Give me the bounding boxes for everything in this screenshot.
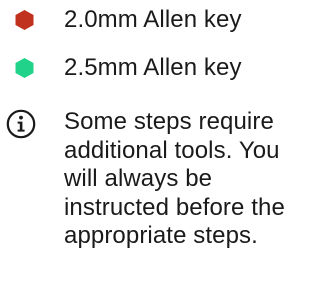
tool-label: 2.5mm Allen key	[64, 54, 242, 81]
tool-item-2-0mm: 2.0mm Allen key	[0, 2, 322, 38]
tool-label: 2.0mm Allen key	[64, 6, 242, 33]
hex-green-icon	[15, 58, 34, 78]
tool-item-2-5mm: 2.5mm Allen key	[0, 50, 322, 86]
note-text: Some steps require additional tools. You…	[64, 108, 285, 249]
info-icon	[6, 109, 36, 139]
hex-red-icon	[15, 10, 34, 30]
